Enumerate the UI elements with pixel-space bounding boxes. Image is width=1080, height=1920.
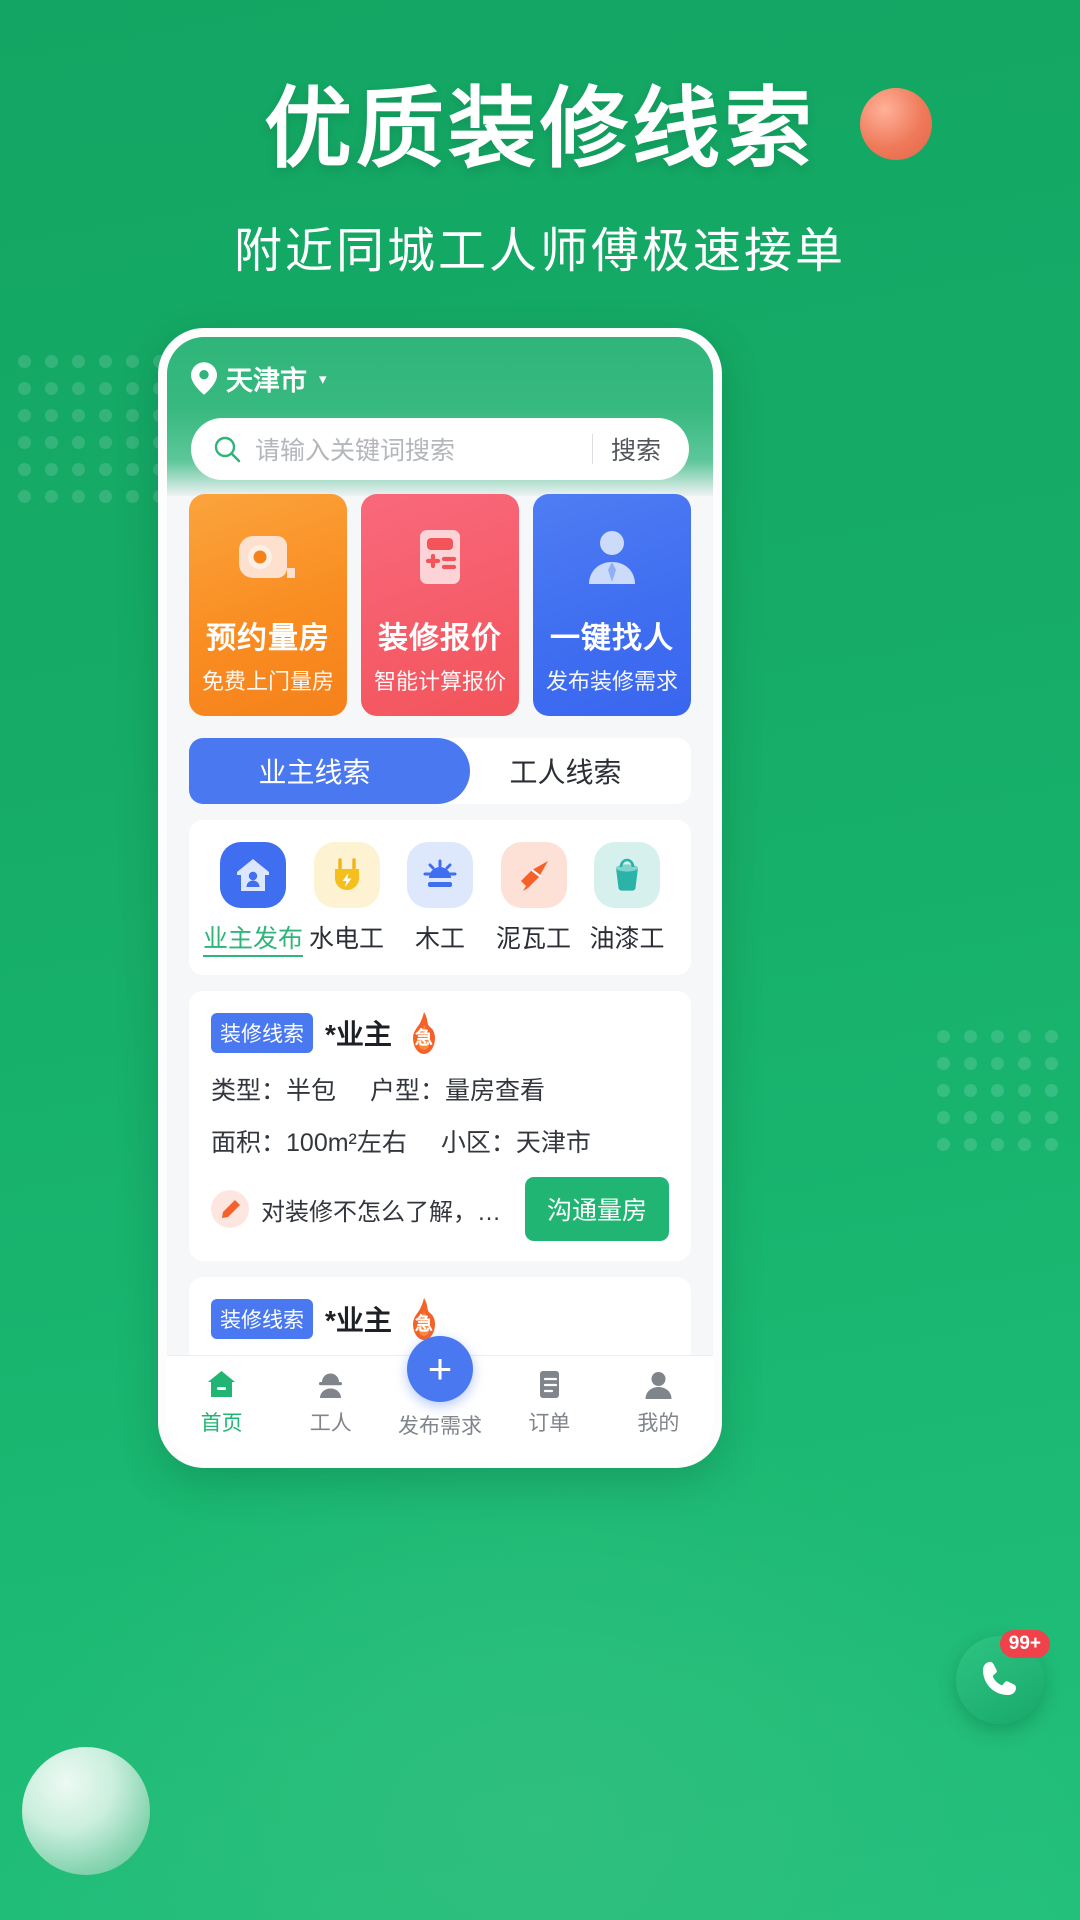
location-selector[interactable]: 天津市 ▾	[191, 359, 689, 398]
search-bar[interactable]: 请输入关键词搜索 搜索	[191, 418, 689, 480]
lead-type-value: 半包	[286, 1077, 337, 1105]
category-label: 油漆工	[589, 925, 665, 953]
flame-label: 急	[414, 1028, 433, 1048]
paint-bucket-icon	[594, 842, 660, 908]
app-header: 天津市 ▾ 请输入关键词搜索 搜索	[167, 337, 713, 496]
nav-label: 我的	[637, 1412, 680, 1435]
person-tie-icon	[575, 520, 649, 594]
category-carpenter[interactable]: 木工	[394, 842, 486, 957]
lead-info-row-2: 面积：100m²左右 小区：天津市	[211, 1123, 669, 1159]
lead-header: 装修线索 *业主 急	[211, 1011, 669, 1055]
floating-call-button[interactable]: 99+	[956, 1630, 1050, 1724]
home-icon	[208, 1371, 236, 1397]
feature-card-row: 预约量房 免费上门量房 装修报价 智能计算报价 一键找人 发布装修需求	[167, 490, 713, 716]
lead-area-value: 100m²左右	[286, 1129, 407, 1157]
contact-button[interactable]: 沟通量房	[525, 1463, 669, 1468]
phone-icon	[983, 1662, 1016, 1695]
feature-card-subtitle: 发布装修需求	[545, 669, 678, 694]
lead-badge: 装修线索	[211, 1013, 313, 1053]
location-pin-icon	[191, 362, 217, 395]
feature-card-find-worker[interactable]: 一键找人 发布装修需求	[533, 494, 691, 716]
flame-icon: 急	[404, 1297, 444, 1341]
chevron-down-icon: ▾	[319, 370, 327, 388]
decorative-dots-left	[18, 355, 166, 503]
lead-description-row: 近期了解装修，有经验的装修… 沟通量房	[211, 1463, 669, 1468]
nav-label: 订单	[528, 1412, 571, 1435]
hero-title: 优质装修线索	[263, 79, 816, 178]
phone-mockup: 天津市 ▾ 请输入关键词搜索 搜索 预约量房 免费上门量房 装修报价 智能计算报…	[158, 328, 722, 1468]
feature-card-title: 装修报价	[378, 622, 502, 655]
lead-badge: 装修线索	[211, 1299, 313, 1339]
lead-layout-key: 户型：	[370, 1077, 446, 1105]
hero-banner: 优质装修线索 附近同城工人师傅极速接单	[0, 58, 1080, 281]
tab-owner-leads[interactable]: 业主线索	[189, 738, 440, 804]
plug-bolt-icon	[313, 842, 380, 908]
lead-type-key: 类型：	[211, 1077, 287, 1105]
tab-label: 业主线索	[258, 757, 371, 788]
search-input[interactable]: 请输入关键词搜索	[255, 431, 592, 467]
category-label: 水电工	[308, 925, 384, 953]
feature-card-appointment[interactable]: 预约量房 免费上门量房	[189, 494, 347, 716]
flame-icon: 急	[404, 1011, 444, 1055]
lead-header: 装修线索 *业主 急	[211, 1297, 669, 1341]
flame-label: 急	[414, 1314, 433, 1334]
lead-community-key: 小区：	[440, 1129, 516, 1157]
decorative-dots-right	[937, 1030, 1058, 1151]
feature-card-subtitle: 免费上门量房	[201, 669, 334, 694]
category-mason[interactable]: 泥瓦工	[488, 842, 580, 957]
category-label: 泥瓦工	[495, 925, 571, 953]
house-person-icon	[220, 842, 286, 908]
search-button[interactable]: 搜索	[593, 431, 679, 467]
lead-description-row: 对装修不怎么了解，近期在了… 沟通量房	[211, 1177, 669, 1241]
order-doc-icon	[539, 1371, 559, 1398]
lead-description: 对装修不怎么了解，近期在了…	[261, 1198, 513, 1226]
pencil-icon	[211, 1190, 249, 1228]
nav-label: 发布需求	[398, 1415, 482, 1438]
lead-layout-value: 量房查看	[445, 1077, 546, 1105]
nav-item-publish[interactable]: + 发布需求	[385, 1336, 494, 1440]
calculator-icon	[403, 520, 477, 594]
saw-icon	[407, 842, 473, 908]
contact-button[interactable]: 沟通量房	[524, 1177, 669, 1241]
category-label: 业主发布	[203, 919, 304, 957]
feature-card-title: 一键找人	[550, 622, 674, 655]
call-badge: 99+	[999, 1630, 1050, 1658]
nav-item-home[interactable]: 首页	[167, 1368, 276, 1437]
worker-icon	[319, 1373, 343, 1398]
nav-label: 工人	[309, 1412, 352, 1435]
location-label: 天津市	[226, 366, 307, 396]
search-icon	[213, 435, 241, 463]
user-icon	[645, 1372, 672, 1399]
hero-subtitle: 附近同城工人师傅极速接单	[233, 225, 846, 278]
tape-measure-icon	[231, 520, 305, 594]
tab-worker-leads[interactable]: 工人线索	[440, 738, 691, 804]
lead-info-row-1: 类型：半包 户型：量房查看	[211, 1071, 669, 1107]
category-owner-post[interactable]: 业主发布	[203, 842, 304, 957]
nav-item-orders[interactable]: 订单	[495, 1368, 604, 1437]
lead-owner-label: *业主	[325, 1305, 392, 1336]
feature-card-title: 预约量房	[206, 622, 330, 655]
lead-type-tabs: 业主线索 工人线索	[189, 738, 691, 804]
trowel-icon	[500, 842, 567, 908]
category-label: 木工	[414, 925, 465, 953]
feature-card-quote[interactable]: 装修报价 智能计算报价	[361, 494, 519, 716]
feature-card-subtitle: 智能计算报价	[373, 669, 506, 694]
plus-icon[interactable]: +	[407, 1336, 473, 1402]
lead-community-value: 天津市	[515, 1129, 591, 1157]
nav-item-profile[interactable]: 我的	[604, 1368, 713, 1437]
lead-area-key: 面积：	[211, 1129, 287, 1157]
category-painter[interactable]: 油漆工	[581, 842, 673, 957]
lead-owner-label: *业主	[325, 1019, 392, 1050]
nav-label: 首页	[200, 1412, 243, 1435]
category-electrician[interactable]: 水电工	[301, 842, 393, 957]
bottom-navigation: 首页 工人 + 发布需求 订单 我的	[167, 1336, 713, 1459]
lead-card[interactable]: 装修线索 *业主 急 类型：半包 户型：量房查看 面积：100m²左右 小区：天…	[189, 991, 691, 1261]
category-row: 业主发布 水电工 木工 泥瓦工 油漆工	[189, 820, 691, 975]
decorative-orb-white	[22, 1747, 150, 1875]
nav-item-worker[interactable]: 工人	[276, 1368, 385, 1437]
tab-label: 工人线索	[509, 757, 622, 788]
